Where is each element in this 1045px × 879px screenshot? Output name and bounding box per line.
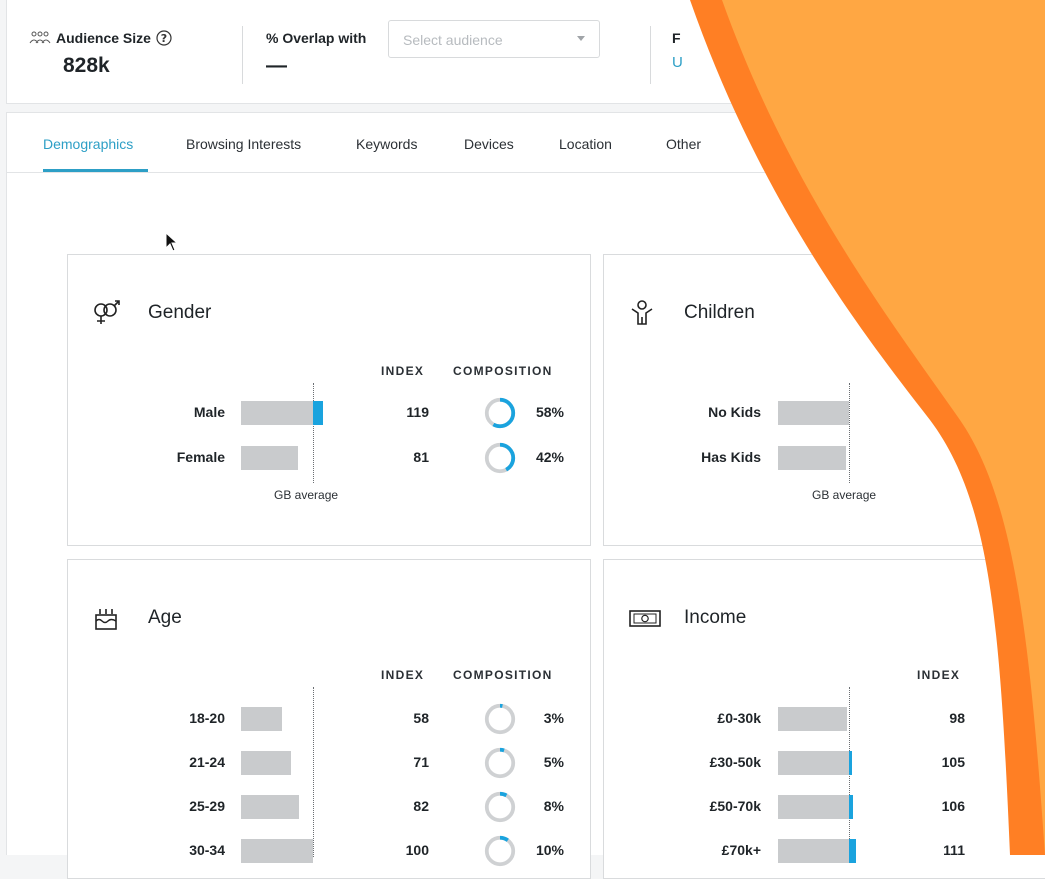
orange-wave-decoration xyxy=(690,0,1045,855)
